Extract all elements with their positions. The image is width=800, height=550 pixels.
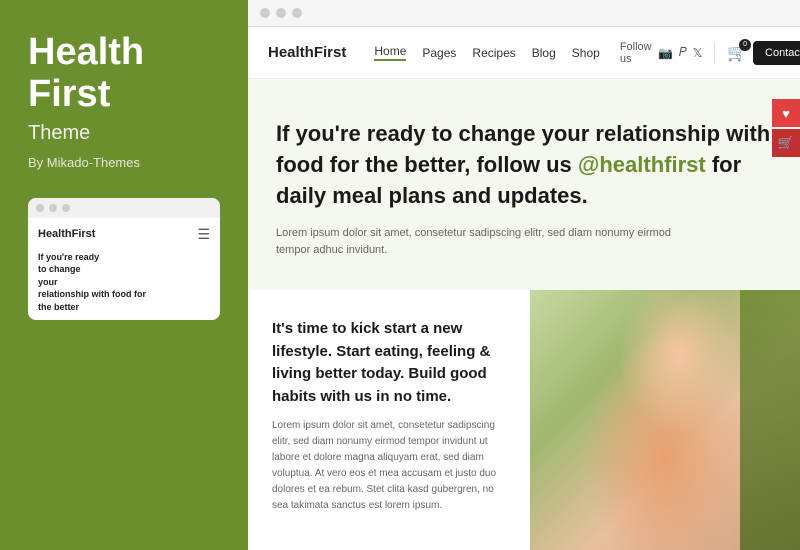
- cart-icon[interactable]: 🛒 0: [727, 43, 747, 63]
- side-icon-cart: 🛒: [772, 129, 800, 157]
- nav-link-shop[interactable]: Shop: [572, 46, 600, 60]
- instagram-icon[interactable]: 📷: [658, 46, 673, 60]
- sidebar-by: By Mikado-Themes: [28, 155, 220, 170]
- sidebar: Health First Theme By Mikado-Themes Heal…: [0, 0, 248, 550]
- website-preview: HealthFirst Home Pages Recipes Blog Shop…: [248, 27, 800, 550]
- mini-logo: HealthFirst: [38, 228, 95, 240]
- mini-dot-1: [36, 204, 44, 212]
- chrome-dot-1: [260, 8, 270, 18]
- content-heading: It's time to kick start a new lifestyle.…: [272, 318, 506, 408]
- contact-button[interactable]: Contact us: [753, 41, 800, 65]
- site-logo: HealthFirst: [268, 44, 346, 61]
- content-section: It's time to kick start a new lifestyle.…: [248, 290, 800, 550]
- follow-label: Follow us: [620, 41, 652, 65]
- browser-chrome: [248, 0, 800, 27]
- twitter-icon[interactable]: 𝕏: [693, 46, 703, 60]
- greenery-bg: [740, 290, 800, 550]
- content-body: Lorem ipsum dolor sit amet, consetetur s…: [272, 418, 506, 514]
- main-area: HealthFirst Home Pages Recipes Blog Shop…: [248, 0, 800, 550]
- cart-badge: 0: [739, 39, 751, 51]
- site-nav: HealthFirst Home Pages Recipes Blog Shop…: [248, 27, 800, 79]
- side-icon-heart: ♥: [772, 99, 800, 127]
- nav-link-home[interactable]: Home: [374, 44, 406, 61]
- hero-subtext: Lorem ipsum dolor sit amet, consetetur s…: [276, 225, 676, 258]
- nav-follow: Follow us 📷 𝑃 𝕏 🛒 0 Contact us: [620, 41, 800, 65]
- content-left: It's time to kick start a new lifestyle.…: [248, 290, 530, 550]
- mini-nav: HealthFirst ☰: [38, 226, 210, 243]
- chrome-dot-2: [276, 8, 286, 18]
- mini-browser-preview: HealthFirst ☰ If you're ready to change …: [28, 198, 220, 320]
- sidebar-title: Health First: [28, 32, 220, 116]
- mini-browser-bar: [28, 198, 220, 218]
- mini-hero-text: If you're ready to change your relations…: [38, 251, 210, 314]
- nav-links: Home Pages Recipes Blog Shop: [374, 44, 599, 61]
- hero-handle: @healthfirst: [578, 152, 706, 177]
- nav-link-recipes[interactable]: Recipes: [472, 46, 515, 60]
- side-icons: ♥ 🛒: [772, 99, 800, 157]
- hero-section: If you're ready to change your relations…: [248, 79, 800, 290]
- nav-link-blog[interactable]: Blog: [532, 46, 556, 60]
- hero-heading: If you're ready to change your relations…: [276, 119, 772, 211]
- pinterest-icon[interactable]: 𝑃: [679, 45, 687, 60]
- chrome-dot-3: [292, 8, 302, 18]
- nav-link-pages[interactable]: Pages: [422, 46, 456, 60]
- content-image: [530, 290, 800, 550]
- mini-browser-content: HealthFirst ☰ If you're ready to change …: [28, 218, 220, 320]
- nav-divider: [714, 43, 715, 63]
- sidebar-subtitle: Theme: [28, 122, 220, 145]
- mini-hamburger-icon: ☰: [197, 226, 210, 243]
- mini-dot-2: [49, 204, 57, 212]
- mini-dot-3: [62, 204, 70, 212]
